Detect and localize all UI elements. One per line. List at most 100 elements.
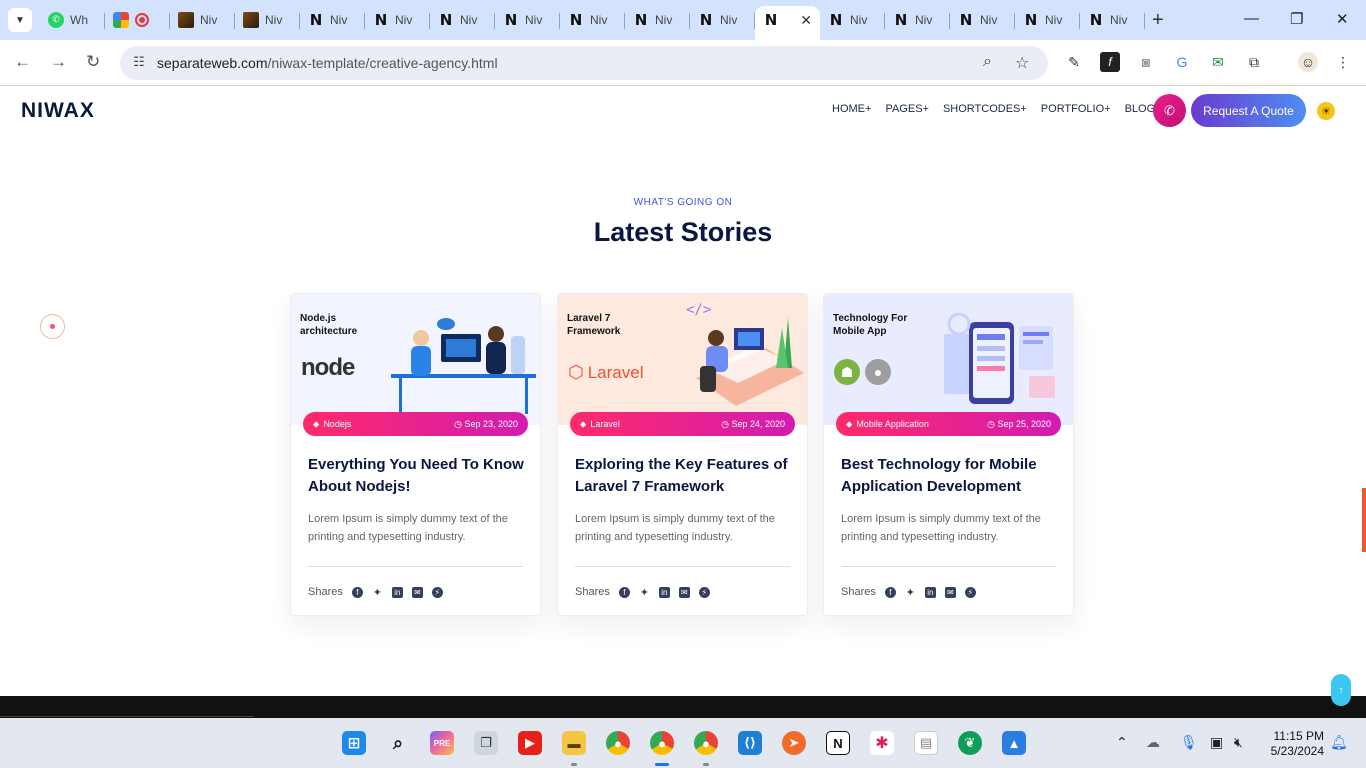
- messenger-icon[interactable]: ⚡: [431, 586, 443, 598]
- menu-item-shortcodes[interactable]: SHORTCODES+: [943, 103, 1027, 115]
- theme-toggle-button[interactable]: ☀: [1317, 102, 1335, 120]
- chrome-icon[interactable]: ●: [606, 731, 630, 755]
- tab-niwax[interactable]: N Niv: [300, 6, 365, 34]
- site-logo[interactable]: NIWAX: [21, 99, 95, 123]
- twitter-icon[interactable]: ✦: [905, 587, 916, 599]
- facebook-icon[interactable]: f: [351, 586, 363, 598]
- call-button[interactable]: ✆: [1153, 94, 1186, 127]
- zoom-icon[interactable]: ⌕: [983, 53, 992, 71]
- copilot-icon[interactable]: PRE: [430, 731, 454, 755]
- new-tab-icon[interactable]: +: [1152, 10, 1164, 30]
- network-icon[interactable]: ▣: [1210, 734, 1223, 751]
- scroll-to-top-button[interactable]: ↑: [1331, 674, 1351, 706]
- story-image[interactable]: Node.js architecture node: [291, 294, 540, 425]
- category-label[interactable]: Laravel: [590, 419, 620, 429]
- tab-niwax[interactable]: N Niv: [1080, 6, 1145, 34]
- category-label[interactable]: Mobile Application: [856, 419, 929, 429]
- close-tab-icon[interactable]: ✕: [800, 12, 812, 29]
- tab-niwax[interactable]: N Niv: [950, 6, 1015, 34]
- chevron-up-icon[interactable]: ⌃: [1116, 734, 1128, 751]
- youtube-icon[interactable]: ▶: [518, 731, 542, 755]
- linkedin-icon[interactable]: in: [658, 586, 670, 598]
- postman-icon[interactable]: ➤: [782, 731, 806, 755]
- facebook-icon[interactable]: f: [884, 586, 896, 598]
- extensions-puzzle-icon[interactable]: ⧉: [1244, 52, 1264, 72]
- story-title[interactable]: Everything You Need To Know About Nodejs…: [308, 454, 528, 498]
- volume-muted-icon[interactable]: 🔇︎: [1234, 734, 1243, 751]
- browser-menu-icon[interactable]: ⋮: [1333, 52, 1353, 72]
- camera-extension-icon[interactable]: ◙: [1136, 52, 1156, 72]
- tab-niwax-active[interactable]: N ✕: [755, 6, 820, 40]
- tab-niwax[interactable]: N Niv: [430, 6, 495, 34]
- story-image[interactable]: Laravel 7 Framework ⬡ Laravel </>: [558, 294, 807, 425]
- mongodb-icon[interactable]: ❦: [958, 731, 982, 755]
- notification-bell-icon[interactable]: 🔔︎: [1330, 734, 1348, 751]
- tab-template-2[interactable]: Niv: [235, 6, 300, 34]
- slack-icon[interactable]: ✱: [870, 731, 894, 755]
- minimize-icon[interactable]: —: [1244, 10, 1259, 27]
- story-card[interactable]: Technology For Mobile App ☗ ● ⬥ Mobile A…: [823, 293, 1074, 616]
- linkedin-icon[interactable]: in: [391, 586, 403, 598]
- mail-extension-icon[interactable]: ✉: [1208, 52, 1228, 72]
- file-explorer-icon[interactable]: ▬: [562, 731, 586, 755]
- onedrive-cloud-icon[interactable]: ☁: [1146, 734, 1160, 751]
- microphone-icon[interactable]: 🎙︎: [1180, 734, 1198, 751]
- linkedin-icon[interactable]: in: [924, 586, 936, 598]
- tab-niwax[interactable]: N Niv: [495, 6, 560, 34]
- email-icon[interactable]: ✉: [411, 586, 423, 598]
- story-title[interactable]: Exploring the Key Features of Laravel 7 …: [575, 454, 795, 498]
- messenger-icon[interactable]: ⚡: [698, 586, 710, 598]
- reload-icon[interactable]: ↻: [86, 52, 100, 72]
- image-title: Laravel 7 Framework: [567, 313, 621, 337]
- menu-item-pages[interactable]: PAGES+: [885, 103, 929, 115]
- profile-avatar[interactable]: ☺: [1298, 52, 1318, 72]
- story-image[interactable]: Technology For Mobile App ☗ ●: [824, 294, 1073, 425]
- tab-whatsapp[interactable]: ✆ Wh: [40, 6, 105, 34]
- font-extension-icon[interactable]: f: [1100, 52, 1120, 72]
- tab-niwax[interactable]: N Niv: [625, 6, 690, 34]
- pen-extension-icon[interactable]: ✎: [1064, 52, 1084, 72]
- menu-item-portfolio[interactable]: PORTFOLIO+: [1041, 103, 1111, 115]
- menu-item-home[interactable]: HOME+: [832, 103, 871, 115]
- story-card[interactable]: Laravel 7 Framework ⬡ Laravel </> ⬥ Lara…: [557, 293, 808, 616]
- vscode-icon[interactable]: ⟨⟩: [738, 731, 762, 755]
- date-text: Sep 24, 2020: [731, 418, 785, 429]
- tab-niwax[interactable]: N Niv: [885, 6, 950, 34]
- tab-search-button[interactable]: ▼: [8, 8, 32, 32]
- notion-icon[interactable]: N: [826, 731, 850, 755]
- url-text[interactable]: separateweb.com/niwax-template/creative-…: [157, 55, 498, 71]
- chrome-profile-icon[interactable]: ●: [694, 731, 718, 755]
- tab-niwax[interactable]: N Niv: [1015, 6, 1080, 34]
- tab-template-1[interactable]: Niv: [170, 6, 235, 34]
- notepad-icon[interactable]: ▤: [914, 731, 938, 755]
- back-icon[interactable]: ←: [14, 52, 31, 72]
- translate-extension-icon[interactable]: G: [1172, 52, 1192, 72]
- category-label[interactable]: Nodejs: [323, 419, 351, 429]
- story-title[interactable]: Best Technology for Mobile Application D…: [841, 454, 1061, 498]
- site-info-icon[interactable]: ☷: [130, 54, 148, 72]
- twitter-icon[interactable]: ✦: [639, 587, 650, 599]
- tab-niwax[interactable]: N Niv: [560, 6, 625, 34]
- forward-icon[interactable]: →: [50, 52, 67, 72]
- close-window-icon[interactable]: ✕: [1336, 10, 1349, 28]
- search-icon[interactable]: ⌕: [386, 731, 410, 755]
- bookmark-star-icon[interactable]: ☆: [1015, 53, 1029, 73]
- windows-start-icon[interactable]: ⊞: [342, 731, 366, 755]
- twitter-icon[interactable]: ✦: [372, 587, 383, 599]
- tab-niwax[interactable]: N Niv: [365, 6, 430, 34]
- facebook-icon[interactable]: f: [618, 586, 630, 598]
- tab-maps[interactable]: [105, 6, 170, 34]
- photos-icon[interactable]: ▲: [1002, 731, 1026, 755]
- system-clock[interactable]: 11:15 PM 5/23/2024: [1262, 729, 1324, 759]
- request-quote-button[interactable]: Request A Quote: [1191, 94, 1306, 127]
- address-bar[interactable]: ☷ separateweb.com/niwax-template/creativ…: [120, 46, 1048, 80]
- tab-niwax[interactable]: N Niv: [820, 6, 885, 34]
- tab-niwax[interactable]: N Niv: [690, 6, 755, 34]
- email-icon[interactable]: ✉: [944, 586, 956, 598]
- email-icon[interactable]: ✉: [678, 586, 690, 598]
- task-view-icon[interactable]: ❐: [474, 731, 498, 755]
- restore-icon[interactable]: ❐: [1290, 10, 1303, 28]
- story-card[interactable]: Node.js architecture node ⬥ Nodejs ◷ Sep…: [290, 293, 541, 616]
- chrome-active-icon[interactable]: ●: [650, 731, 674, 755]
- messenger-icon[interactable]: ⚡: [964, 586, 976, 598]
